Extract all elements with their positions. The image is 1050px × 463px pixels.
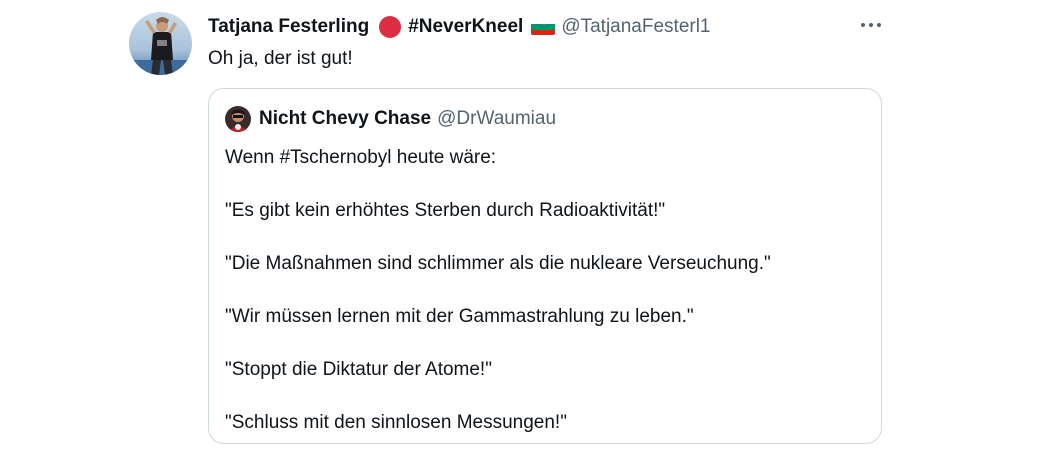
quoted-author-avatar <box>225 106 251 132</box>
author-handle[interactable]: @TatjanaFesterl1 <box>561 16 710 38</box>
quoted-line: "Es gibt kein erhöhtes Sterben durch Rad… <box>225 200 666 221</box>
author-avatar[interactable] <box>129 12 192 75</box>
more-options-button[interactable] <box>858 14 886 36</box>
quoted-line: "Die Maßnahmen sind schlimmer als die nu… <box>225 253 771 274</box>
author-name[interactable]: Tatjana Festerling <box>208 16 369 38</box>
tweet: Tatjana Festerling #NeverKneel @TatjanaF… <box>0 0 1050 455</box>
quoted-tweet-text: Wenn #Tschernobyl heute wäre: "Es gibt k… <box>225 145 865 463</box>
tweet-header: Tatjana Festerling #NeverKneel @TatjanaF… <box>208 14 711 40</box>
red-circle-icon <box>379 16 402 38</box>
avatar-image <box>129 12 192 75</box>
quoted-tweet[interactable]: Nicht Chevy Chase @DrWaumiau Wenn #Tsche… <box>208 88 882 444</box>
bulgaria-flag-icon <box>531 19 556 35</box>
quoted-line: "Stoppt die Diktatur der Atome!" <box>225 359 492 380</box>
tweet-text: Oh ja, der ist gut! <box>208 48 353 69</box>
quoted-author-name: Nicht Chevy Chase <box>259 108 432 129</box>
more-horizontal-icon <box>861 23 881 27</box>
quoted-avatar-image <box>225 106 251 132</box>
quoted-author-handle: @DrWaumiau <box>437 108 557 129</box>
quoted-tweet-header: Nicht Chevy Chase @DrWaumiau <box>225 105 556 133</box>
quoted-line: Wenn #Tschernobyl heute wäre: <box>225 147 497 168</box>
author-name-tag[interactable]: #NeverKneel <box>408 16 523 38</box>
quoted-line: "Wir müssen lernen mit der Gammastrahlun… <box>225 306 694 327</box>
quoted-line: "Schluss mit den sinnlosen Messungen!" <box>225 412 567 433</box>
